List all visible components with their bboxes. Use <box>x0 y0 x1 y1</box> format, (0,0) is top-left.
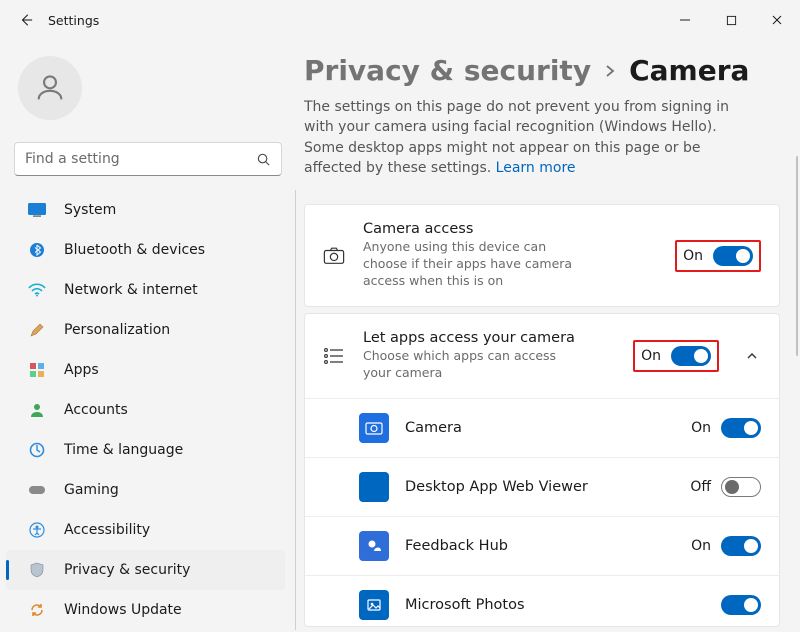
account-icon <box>28 401 46 419</box>
back-button[interactable] <box>14 13 38 27</box>
app-name: Microsoft Photos <box>405 597 705 613</box>
apps-icon <box>28 361 46 379</box>
brush-icon <box>28 321 46 339</box>
app-row-feedback-hub: Feedback Hub On <box>305 516 779 575</box>
app-toggle[interactable] <box>721 418 761 438</box>
search-icon <box>256 152 271 167</box>
accessibility-icon <box>28 521 46 539</box>
scrollbar[interactable] <box>796 156 798 356</box>
user-avatar[interactable] <box>18 56 82 120</box>
setting-subtitle: Anyone using this device can choose if t… <box>363 239 583 290</box>
window-title: Settings <box>48 13 99 28</box>
chevron-right-icon <box>603 64 617 78</box>
nav-item-system[interactable]: System <box>6 190 285 230</box>
nav-item-accounts[interactable]: Accounts <box>6 390 285 430</box>
nav-label: Bluetooth & devices <box>64 242 205 258</box>
app-name: Camera <box>405 420 675 436</box>
globe-clock-icon <box>28 441 46 459</box>
maximize-button[interactable] <box>708 4 754 36</box>
display-icon <box>28 201 46 219</box>
breadcrumb-parent[interactable]: Privacy & security <box>304 54 591 87</box>
setting-title: Camera access <box>363 221 657 237</box>
content-pane: Privacy & security Camera The settings o… <box>296 40 800 632</box>
nav-label: Gaming <box>64 482 119 498</box>
nav-item-personalization[interactable]: Personalization <box>6 310 285 350</box>
highlight-box: On <box>675 240 761 272</box>
person-icon <box>33 71 67 105</box>
let-apps-toggle[interactable] <box>671 346 711 366</box>
minimize-button[interactable] <box>662 4 708 36</box>
nav-item-time[interactable]: Time & language <box>6 430 285 470</box>
update-icon <box>28 601 46 619</box>
nav-item-privacy[interactable]: Privacy & security <box>6 550 285 590</box>
search-box[interactable] <box>14 142 282 176</box>
app-toggle[interactable] <box>721 536 761 556</box>
let-apps-card: Let apps access your camera Choose which… <box>304 313 780 627</box>
app-name: Desktop App Web Viewer <box>405 479 674 495</box>
search-input[interactable] <box>25 151 256 167</box>
app-row-camera: Camera On <box>305 398 779 457</box>
nav-label: Accessibility <box>64 522 150 538</box>
setting-subtitle: Choose which apps can access your camera <box>363 348 583 382</box>
shield-icon <box>28 561 46 579</box>
nav-item-gaming[interactable]: Gaming <box>6 470 285 510</box>
nav-item-apps[interactable]: Apps <box>6 350 285 390</box>
gaming-icon <box>28 481 46 499</box>
app-icon <box>359 590 389 620</box>
app-row-desktop-viewer: Desktop App Web Viewer Off <box>305 457 779 516</box>
page-description: The settings on this page do not prevent… <box>304 97 744 178</box>
highlight-box: On <box>633 340 719 372</box>
camera-access-toggle[interactable] <box>713 246 753 266</box>
nav-list: System Bluetooth & devices Network & int… <box>0 190 296 632</box>
nav-item-network[interactable]: Network & internet <box>6 270 285 310</box>
titlebar: Settings <box>0 0 800 40</box>
nav-item-update[interactable]: Windows Update <box>6 590 285 630</box>
breadcrumb: Privacy & security Camera <box>304 54 780 87</box>
nav-label: System <box>64 202 116 218</box>
nav-label: Accounts <box>64 402 128 418</box>
nav-label: Privacy & security <box>64 562 190 578</box>
nav-label: Windows Update <box>64 602 182 618</box>
camera-icon <box>323 246 345 266</box>
learn-more-link[interactable]: Learn more <box>496 160 576 176</box>
toggle-label: Off <box>690 479 711 495</box>
list-options-icon <box>323 346 345 366</box>
toggle-label: On <box>683 248 703 264</box>
app-toggle[interactable] <box>721 595 761 615</box>
app-row-photos: Microsoft Photos <box>305 575 779 626</box>
nav-label: Apps <box>64 362 99 378</box>
bluetooth-icon <box>28 241 46 259</box>
app-icon <box>359 413 389 443</box>
sidebar: System Bluetooth & devices Network & int… <box>0 40 296 632</box>
nav-label: Network & internet <box>64 282 198 298</box>
close-button[interactable] <box>754 4 800 36</box>
setting-title: Let apps access your camera <box>363 330 615 346</box>
page-title: Camera <box>629 54 749 87</box>
camera-access-card: Camera access Anyone using this device c… <box>304 204 780 307</box>
app-name: Feedback Hub <box>405 538 675 554</box>
app-toggle[interactable] <box>721 477 761 497</box>
expand-chevron-up-icon[interactable] <box>745 349 761 363</box>
app-icon <box>359 531 389 561</box>
toggle-label: On <box>641 348 661 364</box>
nav-item-bluetooth[interactable]: Bluetooth & devices <box>6 230 285 270</box>
toggle-label: On <box>691 420 711 436</box>
toggle-label: On <box>691 538 711 554</box>
nav-item-accessibility[interactable]: Accessibility <box>6 510 285 550</box>
app-icon <box>359 472 389 502</box>
nav-label: Time & language <box>64 442 183 458</box>
wifi-icon <box>28 281 46 299</box>
nav-label: Personalization <box>64 322 170 338</box>
